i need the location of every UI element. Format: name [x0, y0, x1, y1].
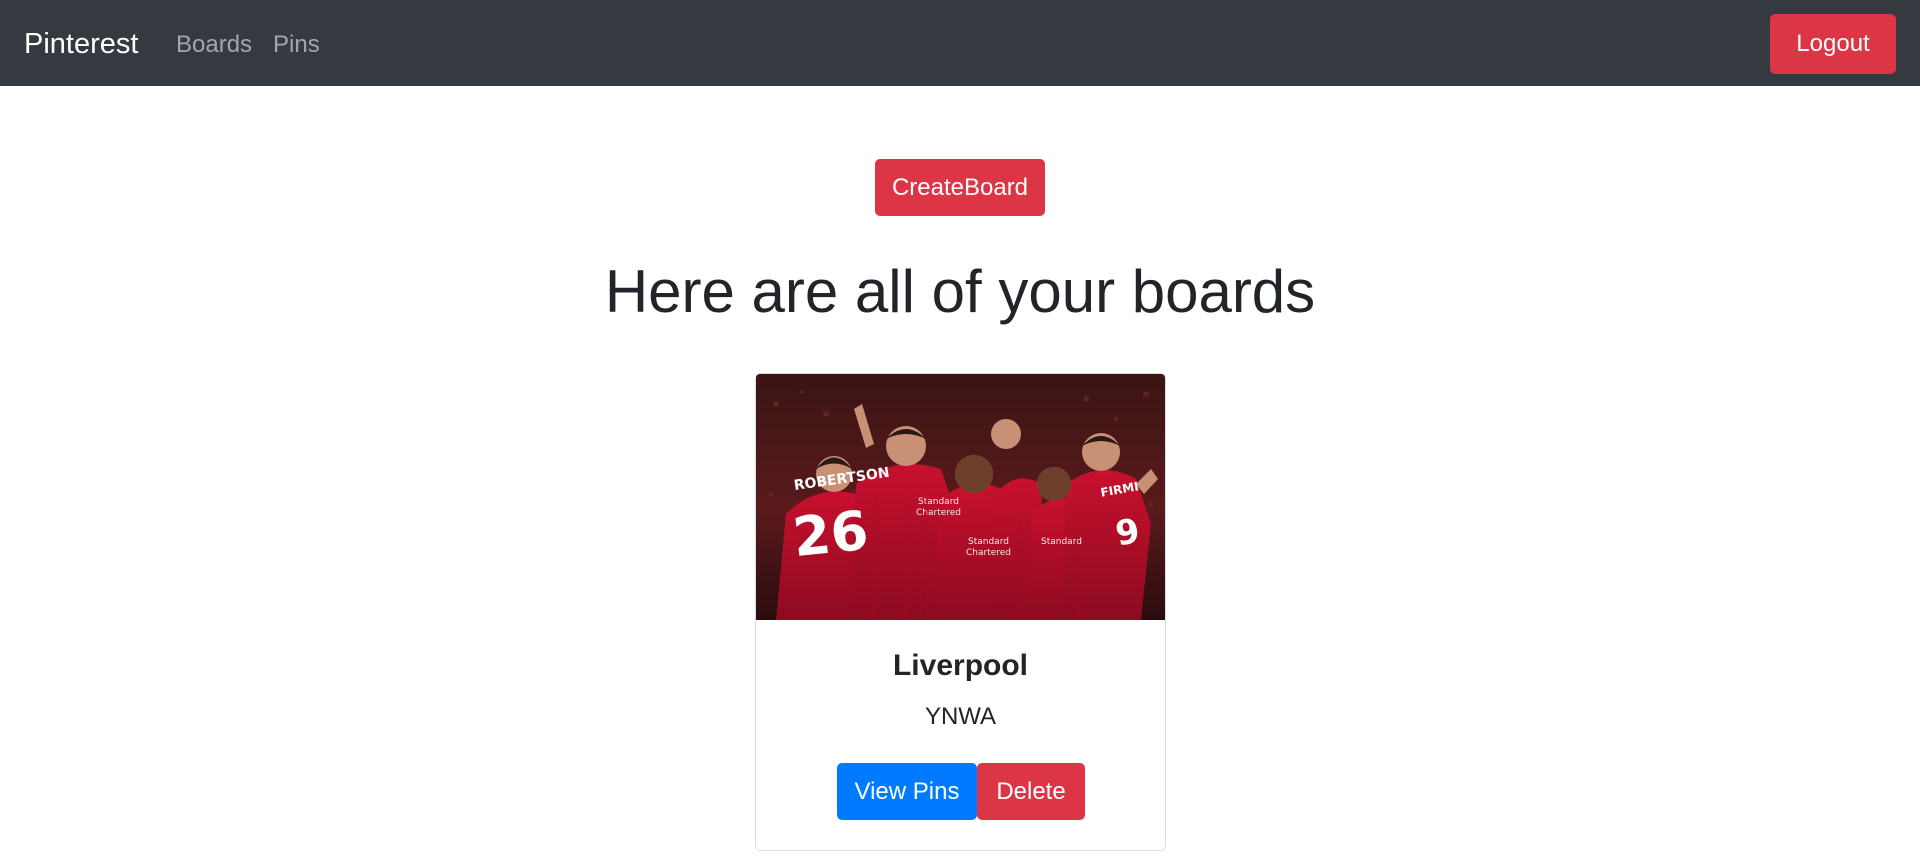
- nav-link-pins[interactable]: Pins: [273, 0, 320, 90]
- nav-link-boards[interactable]: Boards: [176, 0, 252, 90]
- svg-text:26: 26: [790, 499, 871, 570]
- board-title: Liverpool: [892, 649, 1028, 682]
- board-description: YNWA: [924, 703, 997, 730]
- board-cover-image: ROBERTSON 26 FIRMI 9 Standard Chartered …: [756, 374, 1165, 620]
- logout-button[interactable]: Logout: [1770, 14, 1896, 74]
- brand-logo[interactable]: Pinterest: [24, 0, 138, 88]
- create-board-button[interactable]: CreateBoard: [875, 159, 1045, 216]
- view-pins-button[interactable]: View Pins: [837, 763, 977, 820]
- top-navbar: Pinterest Boards Pins Logout: [0, 0, 1920, 86]
- svg-text:Standard: Standard: [1041, 537, 1082, 547]
- svg-text:Chartered: Chartered: [966, 548, 1011, 558]
- svg-text:Standard: Standard: [968, 537, 1009, 547]
- svg-text:Chartered: Chartered: [916, 508, 961, 518]
- delete-board-button[interactable]: Delete: [977, 763, 1085, 820]
- board-card: ROBERTSON 26 FIRMI 9 Standard Chartered …: [755, 373, 1166, 851]
- page-title: Here are all of your boards: [604, 258, 1316, 325]
- svg-text:Standard: Standard: [918, 497, 959, 507]
